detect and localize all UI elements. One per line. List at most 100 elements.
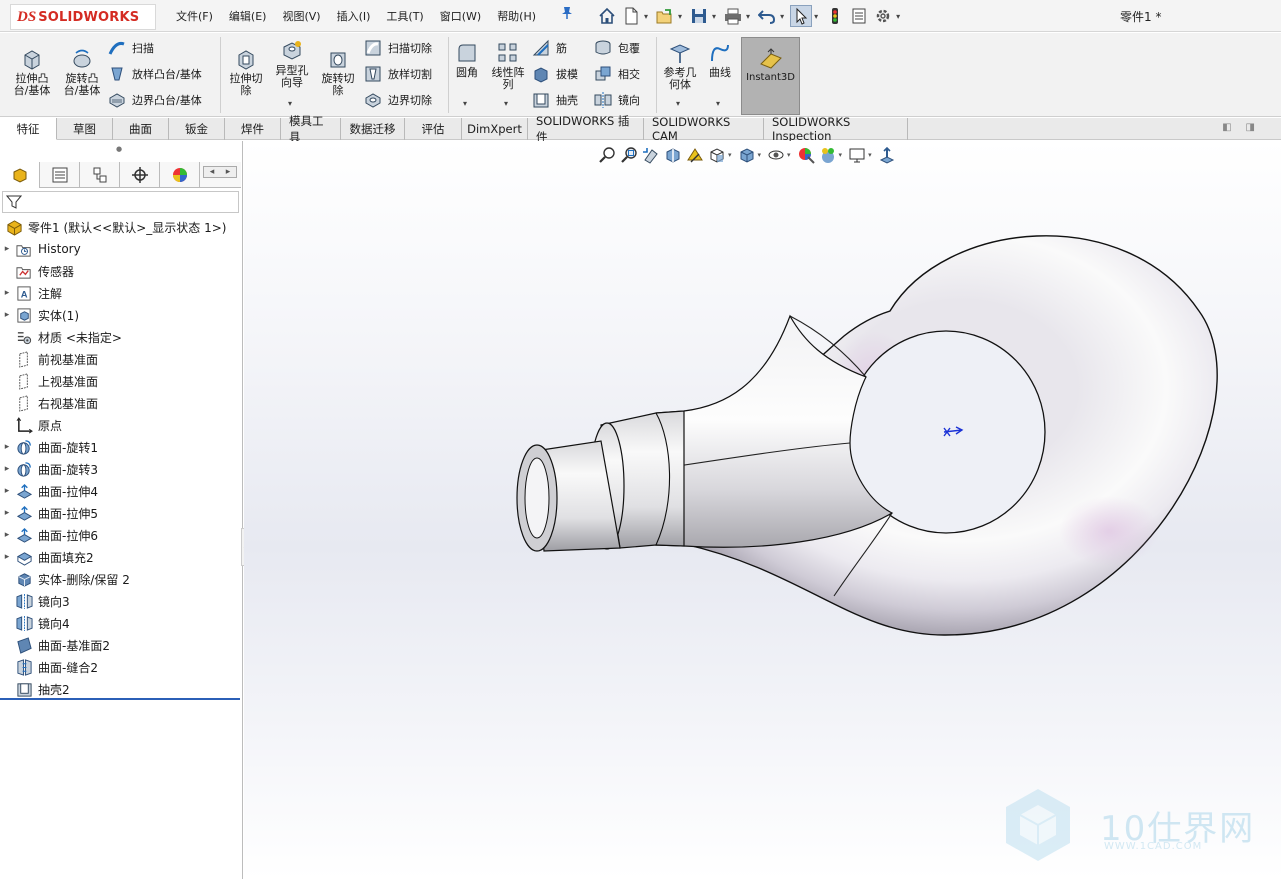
save-icon[interactable]	[688, 5, 710, 27]
view-orientation-dropdown-icon[interactable]: ▾	[728, 151, 732, 159]
tab-data-migration[interactable]: 数据迁移	[341, 118, 405, 140]
reference-geometry-button[interactable]: 参考几 何体	[658, 41, 702, 91]
display-style-dropdown-icon[interactable]: ▾	[758, 151, 762, 159]
curves-dropdown-icon[interactable]: ▾	[716, 99, 720, 108]
select-dropdown-icon[interactable]: ▾	[814, 12, 818, 21]
tree-node[interactable]: 右视基准面	[0, 392, 241, 414]
tree-node[interactable]: ▸ 曲面-旋转1	[0, 436, 241, 458]
tree-node[interactable]: ▸ 曲面填充2	[0, 546, 241, 568]
home-icon[interactable]	[596, 5, 618, 27]
panel-grip-icon[interactable]: ●	[116, 145, 122, 153]
select-icon[interactable]	[790, 5, 813, 27]
tree-node[interactable]: 镜向4	[0, 612, 241, 634]
eye-bolt-model[interactable]	[244, 141, 1281, 879]
previous-view-icon[interactable]	[640, 144, 662, 166]
tab-features[interactable]: 特征	[0, 118, 57, 140]
tab-dimxpert[interactable]: DimXpert	[462, 118, 528, 140]
undo-icon[interactable]	[756, 5, 778, 27]
expand-arrow-icon[interactable]: ▸	[0, 464, 14, 474]
hole-wizard-dropdown-icon[interactable]: ▾	[288, 99, 292, 108]
panel-scroll-right-icon[interactable]: ▸	[220, 167, 236, 177]
new-dropdown-icon[interactable]: ▾	[644, 12, 648, 21]
new-document-icon[interactable]	[620, 5, 642, 27]
sweep-button[interactable]: 扫描	[108, 37, 154, 59]
tree-node[interactable]: 原点	[0, 414, 241, 436]
menu-file[interactable]: 文件(F)	[176, 8, 213, 24]
intersect-button[interactable]: 相交	[594, 63, 640, 85]
revolve-boss-button[interactable]: 旋转凸 台/基体	[58, 47, 106, 97]
rotate-icon[interactable]	[876, 144, 898, 166]
tab-surfaces[interactable]: 曲面	[113, 118, 169, 140]
display-style-icon[interactable]	[736, 144, 758, 166]
extrude-boss-button[interactable]: 拉伸凸 台/基体	[8, 47, 56, 97]
boundary-cut-button[interactable]: 边界切除	[364, 89, 432, 111]
reference-geometry-dropdown-icon[interactable]: ▾	[676, 99, 680, 108]
tab-mold-tools[interactable]: 模具工具	[281, 114, 341, 144]
hole-wizard-button[interactable]: 异型孔 向导	[270, 39, 314, 89]
tree-node[interactable]: 曲面-基准面2	[0, 634, 241, 656]
shell-button[interactable]: 抽壳	[532, 89, 578, 111]
fillet-button[interactable]: 圆角	[450, 41, 484, 79]
revolve-cut-button[interactable]: 旋转切 除	[316, 47, 360, 97]
solidworks-logo[interactable]: DS SOLIDWORKS	[10, 4, 156, 30]
tree-node[interactable]: 曲面-缝合2	[0, 656, 241, 678]
linear-pattern-dropdown-icon[interactable]: ▾	[504, 99, 508, 108]
print-icon[interactable]	[722, 5, 744, 27]
open-icon[interactable]	[654, 5, 676, 27]
tab-display-manager[interactable]	[160, 162, 200, 188]
tree-root-part[interactable]: 零件1 (默认<<默认>_显示状态 1>)	[0, 216, 241, 238]
linear-pattern-button[interactable]: 线性阵 列	[486, 41, 530, 91]
tree-node[interactable]: ▸ 曲面-拉伸4	[0, 480, 241, 502]
zoom-to-fit-icon[interactable]	[596, 144, 618, 166]
hide-show-dropdown-icon[interactable]: ▾	[787, 151, 791, 159]
curves-button[interactable]: 曲线	[702, 41, 738, 79]
wrap-button[interactable]: 包覆	[594, 37, 640, 59]
hide-show-icon[interactable]	[765, 144, 787, 166]
rib-button[interactable]: 筋	[532, 37, 567, 59]
extrude-cut-button[interactable]: 拉伸切 除	[224, 47, 268, 97]
tab-dimxpert-manager[interactable]	[120, 162, 160, 188]
tab-scroll-left-icon[interactable]: ◧	[1222, 122, 1231, 133]
tab-solidworks-addins[interactable]: SOLIDWORKS 插件	[528, 114, 644, 144]
tree-node[interactable]: 传感器	[0, 260, 241, 282]
instant3d-button[interactable]: Instant3D	[741, 37, 800, 115]
options-icon[interactable]	[872, 5, 894, 27]
tree-node[interactable]: ▸ History	[0, 238, 241, 260]
tab-property-manager[interactable]	[40, 162, 80, 188]
view-settings-dropdown-icon[interactable]: ▾	[868, 151, 872, 159]
tree-node[interactable]: 材质 <未指定>	[0, 326, 241, 348]
section-view-icon[interactable]	[662, 144, 684, 166]
zoom-to-area-icon[interactable]	[618, 144, 640, 166]
edit-appearance-icon[interactable]	[795, 144, 817, 166]
tree-node[interactable]: 镜向3	[0, 590, 241, 612]
panel-scroll-left-icon[interactable]: ◂	[204, 167, 220, 177]
tab-scroll-right-icon[interactable]: ◨	[1246, 122, 1255, 133]
expand-arrow-icon[interactable]: ▸	[0, 442, 14, 452]
tree-node[interactable]: 实体-删除/保留 2	[0, 568, 241, 590]
tab-evaluate[interactable]: 评估	[405, 118, 462, 140]
menu-window[interactable]: 窗口(W)	[440, 8, 481, 24]
print-dropdown-icon[interactable]: ▾	[746, 12, 750, 21]
dynamic-annotation-icon[interactable]	[684, 144, 706, 166]
menu-edit[interactable]: 编辑(E)	[229, 8, 267, 24]
save-dropdown-icon[interactable]: ▾	[712, 12, 716, 21]
options-dropdown-icon[interactable]: ▾	[896, 12, 900, 21]
lofted-cut-button[interactable]: 放样切割	[364, 63, 432, 85]
rebuild-icon[interactable]	[824, 5, 846, 27]
pin-menu-icon[interactable]	[560, 6, 574, 24]
tab-sheet-metal[interactable]: 钣金	[169, 118, 225, 140]
swept-cut-button[interactable]: 扫描切除	[364, 37, 432, 59]
menu-tools[interactable]: 工具(T)	[386, 8, 423, 24]
apply-scene-icon[interactable]	[817, 144, 839, 166]
expand-arrow-icon[interactable]: ▸	[0, 486, 14, 496]
fillet-dropdown-icon[interactable]: ▾	[463, 99, 467, 108]
rollback-bar[interactable]	[0, 698, 240, 700]
menu-view[interactable]: 视图(V)	[282, 8, 320, 24]
draft-button[interactable]: 拔模	[532, 63, 578, 85]
expand-arrow-icon[interactable]: ▸	[0, 244, 14, 254]
view-settings-icon[interactable]	[846, 144, 868, 166]
tab-feature-manager[interactable]	[0, 162, 40, 188]
menu-insert[interactable]: 插入(I)	[337, 8, 371, 24]
tab-weldments[interactable]: 焊件	[225, 118, 281, 140]
tree-node[interactable]: ▸ 曲面-旋转3	[0, 458, 241, 480]
